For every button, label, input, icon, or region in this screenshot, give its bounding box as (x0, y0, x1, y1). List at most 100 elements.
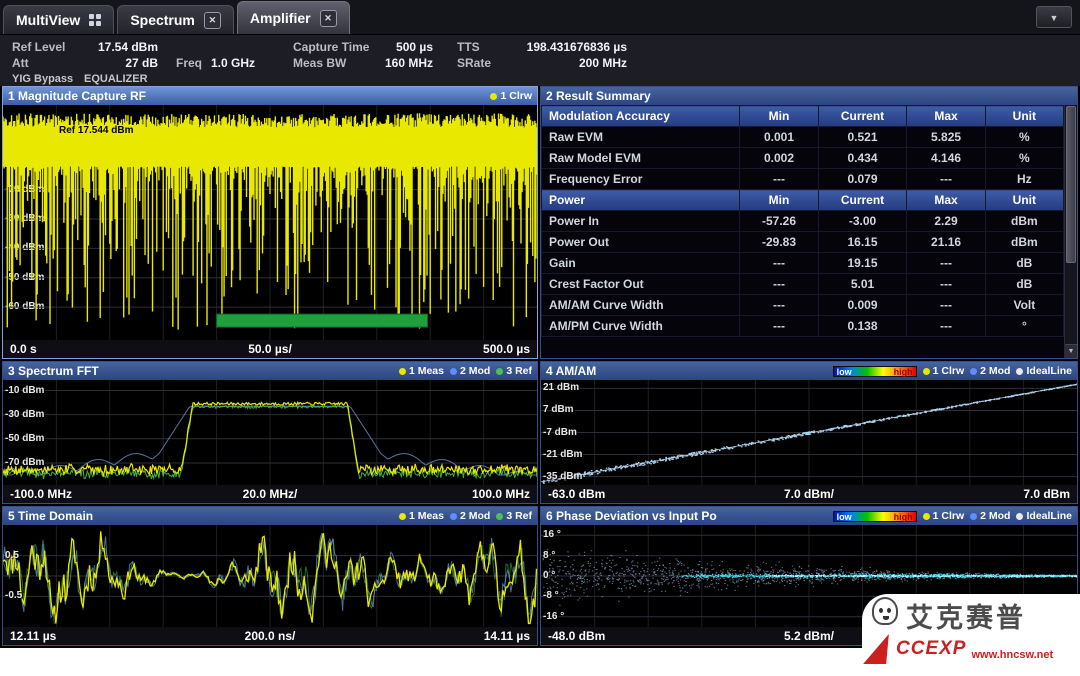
table-cell: Gain (542, 253, 740, 274)
window-title-bar[interactable]: 2 Result Summary (541, 87, 1077, 105)
table-cell: 2.29 (907, 211, 985, 232)
table-row[interactable]: Crest Factor Out---5.01---dB (542, 274, 1064, 295)
close-tab-icon[interactable]: ✕ (204, 12, 221, 29)
y-axis-label: -30 dBm (5, 409, 44, 420)
table-row[interactable]: Power Out-29.8316.1521.16dBm (542, 232, 1064, 253)
legend-item[interactable]: 3 Ref (496, 510, 532, 522)
table-row[interactable]: Power In-57.26-3.002.29dBm (542, 211, 1064, 232)
table-cell: % (985, 148, 1063, 169)
table-cell: dB (985, 253, 1063, 274)
window-magnitude-capture[interactable]: 1 Magnitude Capture RF 1 Clrw Ref 17.544… (2, 86, 538, 359)
am-am-trace-canvas (541, 380, 1077, 485)
table-row[interactable]: Frequency Error---0.079---Hz (542, 169, 1064, 190)
trace-color-dot (399, 513, 406, 520)
table-row[interactable]: Gain---19.15---dB (542, 253, 1064, 274)
am-am-plot[interactable]: 21 dBm7 dBm-7 dBm-21 dBm-35 dBm (541, 380, 1077, 485)
y-axis-label: -16 ° (543, 611, 564, 622)
tab-amplifier[interactable]: Amplifier ✕ (237, 1, 350, 34)
scroll-down-icon[interactable]: ▼ (1065, 344, 1077, 358)
x-axis-bar: -63.0 dBm 7.0 dBm/ 7.0 dBm (541, 485, 1077, 503)
table-header-cell: Current (818, 190, 907, 211)
tab-bar: MultiView Spectrum ✕ Amplifier ✕ ▼ (0, 0, 1080, 34)
y-axis-label: 7 dBm (543, 404, 574, 415)
tts-value[interactable]: 198.431676836 µs (499, 40, 627, 54)
level-gradient-legend: lowhigh (833, 511, 917, 522)
spectrum-plot[interactable]: -10 dBm-30 dBm-50 dBm-70 dBm (3, 380, 537, 485)
capture-time-value[interactable]: 500 µs (375, 40, 433, 54)
trace-color-dot (490, 93, 497, 100)
legend-item[interactable]: 1 Clrw (923, 365, 965, 377)
window-title-bar[interactable]: 1 Magnitude Capture RF 1 Clrw (3, 87, 537, 105)
legend-item[interactable]: 1 Clrw (490, 90, 532, 102)
trace-legend: lowhigh 1 Clrw 2 Mod IdealLine (833, 510, 1072, 522)
x-axis-end: 14.11 µs (484, 629, 530, 643)
window-title-bar[interactable]: 6 Phase Deviation vs Input Po lowhigh1 C… (541, 507, 1077, 525)
trace-color-dot (399, 368, 406, 375)
table-row[interactable]: Raw EVM0.0010.5215.825% (542, 127, 1064, 148)
tab-amplifier-label: Amplifier (250, 10, 311, 26)
table-cell: --- (907, 253, 985, 274)
y-axis-label: 0 ° (543, 570, 555, 581)
scrollbar-thumb[interactable] (1066, 106, 1076, 263)
yig-bypass-label[interactable]: YIG Bypass (12, 72, 73, 86)
window-spectrum-fft[interactable]: 3 Spectrum FFT 1 Meas 2 Mod 3 Ref -10 dBm-… (2, 361, 538, 504)
time-domain-trace-canvas (3, 525, 537, 627)
x-axis-end: 100.0 MHz (472, 487, 530, 501)
legend-item[interactable]: 2 Mod (970, 365, 1010, 377)
window-time-domain[interactable]: 5 Time Domain 1 Meas2 Mod3 Ref 0.5-0.5 1… (2, 506, 538, 646)
tab-spectrum[interactable]: Spectrum ✕ (117, 5, 234, 34)
table-row[interactable]: Raw Model EVM0.0020.4344.146% (542, 148, 1064, 169)
time-domain-plot[interactable]: 0.5-0.5 (3, 525, 537, 627)
srate-value[interactable]: 200 MHz (499, 56, 627, 70)
table-scrollbar[interactable]: ▼ (1064, 105, 1077, 358)
table-header-row: Modulation AccuracyMinCurrentMaxUnit (542, 106, 1064, 127)
tab-menu-button[interactable]: ▼ (1036, 6, 1072, 28)
table-row[interactable]: AM/PM Curve Width---0.138---° (542, 316, 1064, 337)
window-result-summary[interactable]: 2 Result Summary Modulation AccuracyMinC… (540, 86, 1078, 359)
table-row[interactable]: AM/AM Curve Width---0.009---Volt (542, 295, 1064, 316)
freq-value[interactable]: 1.0 GHz (211, 56, 255, 70)
table-cell: Crest Factor Out (542, 274, 740, 295)
legend-item[interactable]: 3 Ref (496, 365, 532, 377)
result-summary-table: Modulation AccuracyMinCurrentMaxUnitRaw … (541, 105, 1064, 337)
meas-bw-label: Meas BW (293, 56, 346, 70)
legend-item[interactable]: 2 Mod (450, 365, 490, 377)
table-cell: -3.00 (818, 211, 907, 232)
window-title: 3 Spectrum FFT (8, 364, 99, 378)
table-header-cell: Min (740, 106, 818, 127)
close-tab-icon[interactable]: ✕ (320, 10, 337, 27)
table-cell: 16.15 (818, 232, 907, 253)
equalizer-label[interactable]: EQUALIZER (84, 72, 148, 86)
att-value[interactable]: 27 dB (66, 56, 158, 70)
tab-spectrum-label: Spectrum (130, 12, 195, 28)
legend-item[interactable]: 2 Mod (450, 510, 490, 522)
table-header-cell: Unit (985, 190, 1063, 211)
trace-color-dot (496, 368, 503, 375)
legend-item[interactable]: 1 Meas (399, 510, 444, 522)
meas-bw-value[interactable]: 160 MHz (375, 56, 433, 70)
window-title-bar[interactable]: 4 AM/AM lowhigh1 Clrw2 ModIdealLine (541, 362, 1077, 380)
window-title-bar[interactable]: 5 Time Domain 1 Meas2 Mod3 Ref (3, 507, 537, 525)
table-cell: --- (740, 295, 818, 316)
table-cell: dBm (985, 232, 1063, 253)
capture-time-label: Capture Time (293, 40, 369, 54)
table-cell: dBm (985, 211, 1063, 232)
legend-item[interactable]: 1 Clrw (923, 510, 965, 522)
magnitude-plot[interactable]: Ref 17.544 dBm 0 dBm-10 dBm-20 dBm-30 dB… (3, 105, 537, 340)
window-title-bar[interactable]: 3 Spectrum FFT 1 Meas 2 Mod 3 Ref (3, 362, 537, 380)
tab-multiview[interactable]: MultiView (3, 5, 114, 34)
table-cell: --- (907, 295, 985, 316)
level-gradient-legend: lowhigh (833, 366, 917, 377)
legend-item[interactable]: 1 Meas (399, 365, 444, 377)
att-label: Att (12, 56, 29, 70)
window-am-am[interactable]: 4 AM/AM lowhigh1 Clrw2 ModIdealLine 21 d… (540, 361, 1078, 504)
table-cell: 4.146 (907, 148, 985, 169)
table-header-cell: Max (907, 106, 985, 127)
legend-item[interactable]: IdealLine (1016, 510, 1072, 522)
ref-level-value[interactable]: 17.54 dBm (66, 40, 158, 54)
x-axis-start: -63.0 dBm (548, 487, 605, 501)
legend-item[interactable]: 2 Mod (970, 510, 1010, 522)
legend-item[interactable]: IdealLine (1016, 365, 1072, 377)
table-cell: Frequency Error (542, 169, 740, 190)
x-axis-end: 500.0 µs (483, 342, 530, 356)
